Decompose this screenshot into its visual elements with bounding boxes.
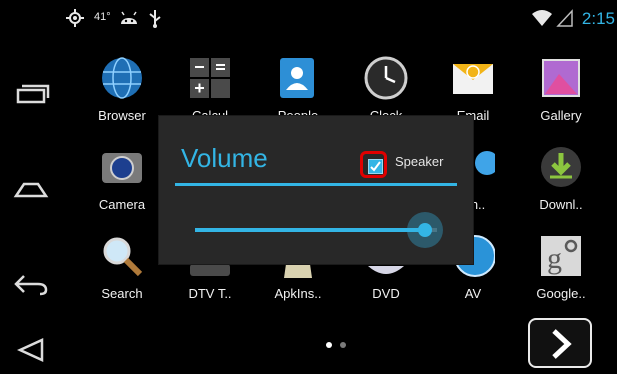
speaker-label: Speaker [395, 154, 444, 169]
app-label: DTV T.. [188, 286, 232, 301]
calculator-icon [190, 58, 230, 98]
app-label: AV [464, 286, 482, 301]
signal-icon [556, 9, 573, 27]
menu-icon [16, 338, 44, 362]
recent-apps-button[interactable] [8, 74, 52, 118]
usb-icon [149, 10, 161, 28]
checkmark-icon [370, 161, 381, 172]
menu-button[interactable] [8, 328, 52, 372]
app-browser[interactable]: Browser [79, 56, 165, 142]
app-camera[interactable]: Camera [79, 145, 165, 231]
page-dot [340, 342, 346, 348]
app-label: Gallery [540, 108, 582, 123]
recent-apps-icon [16, 84, 50, 104]
temperature-text: 41° [94, 11, 111, 23]
dialog-divider [175, 183, 457, 186]
clock-time: 2:15 [581, 9, 615, 28]
svg-text:g: g [547, 242, 562, 275]
app-google-settings[interactable]: g Google.. [518, 234, 604, 320]
android-debug-icon [121, 11, 137, 24]
app-gallery[interactable]: Gallery [518, 56, 604, 142]
app-label: Downl.. [539, 197, 583, 212]
app-label: DVD [372, 286, 400, 301]
wifi-icon [532, 10, 552, 26]
app-label: Google.. [536, 286, 586, 301]
dialog-title: Volume [181, 143, 268, 173]
volume-dialog: Volume Speaker [159, 116, 473, 264]
home-icon [13, 182, 49, 198]
status-bar: 41° 2:15 [0, 0, 617, 36]
google-settings-icon: g [541, 236, 581, 276]
page-dot-active [326, 342, 332, 348]
gps-icon [66, 9, 84, 27]
search-icon [103, 237, 143, 277]
app-label: Browser [98, 108, 146, 123]
app-label: Search [101, 286, 143, 301]
app-downloads[interactable]: Downl.. [518, 145, 604, 231]
checkbox-box [368, 159, 383, 174]
download-icon [541, 147, 581, 187]
android-home-screen: 41° 2:15 Browser Gallery Camera Downl.. … [0, 0, 617, 374]
back-icon [14, 275, 48, 296]
volume-slider[interactable] [195, 212, 457, 248]
contacts-icon [280, 58, 314, 98]
back-button[interactable] [8, 262, 52, 306]
home-button[interactable] [8, 166, 52, 210]
clock-icon [364, 56, 408, 100]
app-label: Camera [98, 197, 146, 212]
speaker-checkbox[interactable] [360, 151, 387, 178]
slider-thumb[interactable] [407, 212, 443, 248]
globe-icon [102, 57, 142, 99]
slider-fill [195, 228, 425, 232]
email-icon [453, 64, 493, 94]
app-label: ApkIns.. [274, 286, 322, 301]
gallery-icon [542, 59, 580, 97]
app-search[interactable]: Search [79, 234, 165, 320]
camera-icon [102, 153, 142, 183]
chevron-right-icon [552, 329, 572, 359]
next-button[interactable] [528, 318, 592, 368]
